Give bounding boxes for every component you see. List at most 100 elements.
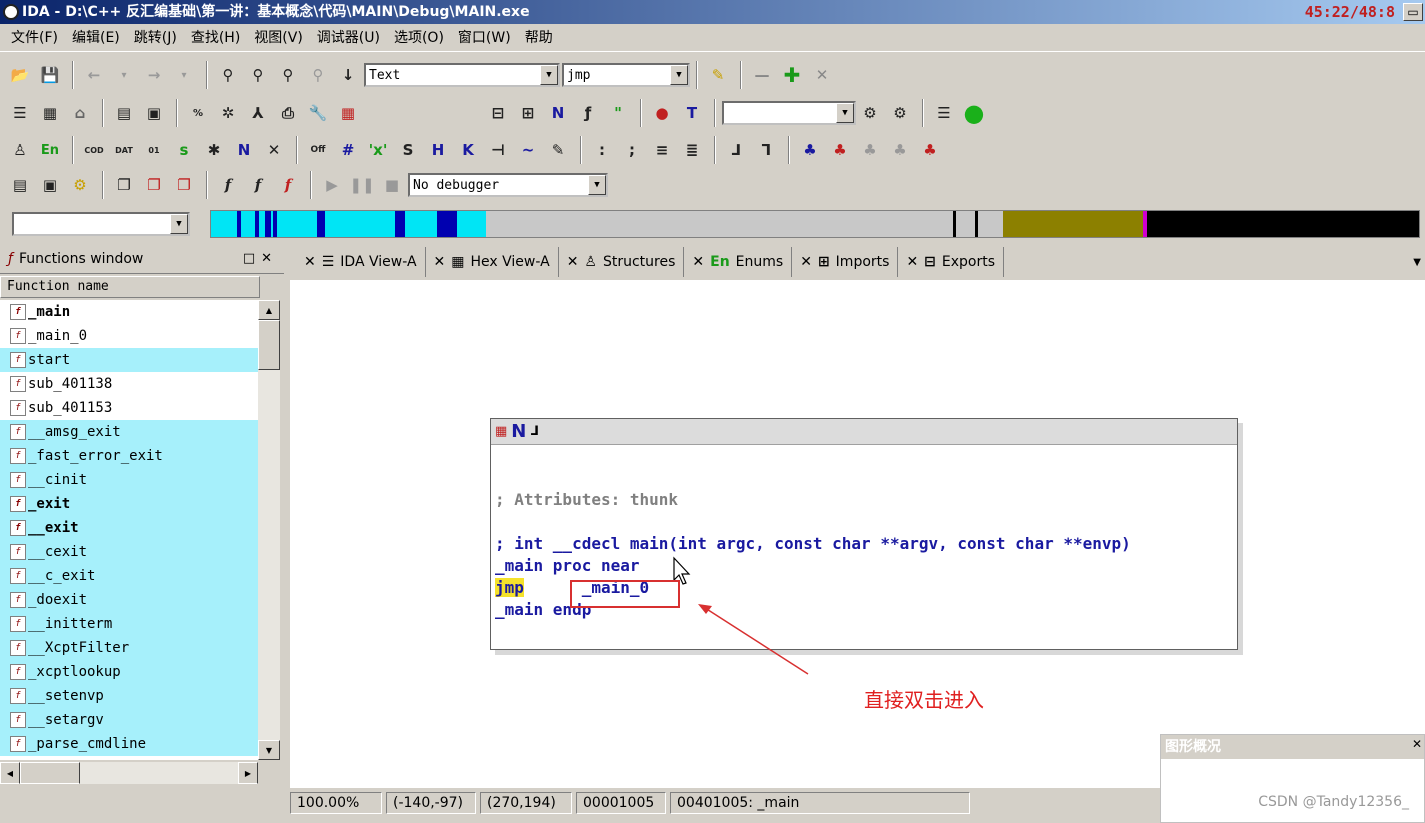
segment-select[interactable]: ▼ [722, 101, 856, 125]
close-icon[interactable]: ✕ [434, 254, 446, 270]
search-binoculars-icon[interactable]: ⚲ [214, 61, 242, 89]
hex-h-icon[interactable]: H [424, 136, 452, 164]
function-list[interactable]: f _main f _main_0 f start f sub_401138 f sub_4011… [0, 300, 258, 760]
save-icon[interactable]: 💾 [36, 61, 64, 89]
tree-icon[interactable]: ⅄ [244, 99, 272, 127]
function-list-item[interactable]: f _parse_cmdline [0, 732, 258, 756]
clipboard-icon[interactable]: ❐ [170, 171, 198, 199]
chevron-down-icon[interactable]: ▼ [670, 65, 688, 85]
k-icon[interactable]: K [454, 136, 482, 164]
name-n-icon[interactable]: N [230, 136, 258, 164]
search-binary-icon[interactable]: ⚲ [274, 61, 302, 89]
function-list-item[interactable]: f _exit [0, 492, 258, 516]
menu-view[interactable]: 视图(V) [247, 25, 310, 51]
close-icon[interactable]: ✕ [692, 254, 704, 270]
xrefs-to-icon[interactable]: ♣ [856, 136, 884, 164]
function-list-hscrollbar[interactable]: ◀ ▶ [0, 762, 258, 784]
edit-pencil-icon[interactable]: ✎ [544, 136, 572, 164]
color-grid-icon[interactable]: ▦ [495, 424, 507, 439]
graph-layout-icon[interactable]: ⅃ [722, 136, 750, 164]
debugger-select[interactable]: No debugger ▼ [408, 173, 608, 197]
function-list-item[interactable]: f _main [0, 300, 258, 324]
stop-icon[interactable]: ■ [378, 171, 406, 199]
funcs-icon[interactable]: ƒ [574, 99, 602, 127]
window-restore-button[interactable]: ▭ [1403, 3, 1423, 21]
menu-search[interactable]: 查找(H) [184, 25, 247, 51]
strings-icon[interactable]: " [604, 99, 632, 127]
wrench-icon[interactable]: 🔧 [304, 99, 332, 127]
chevron-down-icon[interactable]: ▼ [540, 65, 558, 85]
scroll-right-icon[interactable]: ▶ [238, 762, 258, 784]
function-list-item[interactable]: f _main_0 [0, 324, 258, 348]
search-disabled-icon[interactable]: ⚲ [304, 61, 332, 89]
menu-options[interactable]: 选项(O) [387, 25, 451, 51]
function-list-item[interactable]: f __cinit [0, 468, 258, 492]
flow-chart-icon[interactable]: ♣ [796, 136, 824, 164]
structure-icon[interactable]: ♙ [6, 136, 34, 164]
nav-band-select[interactable]: ▼ [12, 212, 190, 236]
close-x-icon[interactable]: ✕ [808, 61, 836, 89]
segment-s-icon[interactable]: S [394, 136, 422, 164]
notepad-icon[interactable]: ☰ [930, 99, 958, 127]
search-type-select[interactable]: Text ▼ [364, 63, 560, 87]
function-list-item[interactable]: f _fast_error_exit [0, 444, 258, 468]
code-icon[interactable]: COD [80, 136, 108, 164]
close-icon[interactable]: ✕ [1412, 737, 1422, 751]
close-icon[interactable]: ✕ [304, 254, 316, 270]
tilde-icon[interactable]: ~ [514, 136, 542, 164]
function-list-item[interactable]: f __initterm [0, 612, 258, 636]
chevron-down-icon[interactable]: ▼ [170, 214, 188, 234]
text-view-icon[interactable]: ☰ [6, 99, 34, 127]
window-controls[interactable]: □✕ [243, 251, 278, 266]
graph-layout-icon[interactable]: ⅃ [530, 424, 538, 439]
string-s-icon[interactable]: s [170, 136, 198, 164]
graph-node-main[interactable]: ▦ N ⅃ ; Attributes: thunk ; int __cdecl … [490, 418, 1238, 650]
minus-icon[interactable]: — [748, 61, 776, 89]
forward-dropdown-icon[interactable]: ▾ [170, 61, 198, 89]
call-graph-icon[interactable]: ♣ [826, 136, 854, 164]
exports-icon[interactable]: ⊟ [484, 99, 512, 127]
menu-help[interactable]: 帮助 [518, 25, 560, 51]
tab-hex-view-a[interactable]: ✕ ▦ Hex View-A [426, 247, 559, 277]
semicolon-icon[interactable]: ; [618, 136, 646, 164]
hash-icon[interactable]: # [334, 136, 362, 164]
function-list-item[interactable]: f __amsg_exit [0, 420, 258, 444]
plus-icon[interactable]: ✚ [778, 61, 806, 89]
tab-imports[interactable]: ✕ ⊞ Imports [792, 247, 899, 277]
menu-debugger[interactable]: 调试器(U) [310, 25, 387, 51]
forward-arrow-icon[interactable]: → [140, 61, 168, 89]
color-grid-icon[interactable]: ▦ [334, 99, 362, 127]
tab-ida-view-a[interactable]: ✕ ☰ IDA View-A [296, 247, 426, 277]
function-name-column-header[interactable]: Function name [0, 276, 260, 298]
data-icon[interactable]: DAT [110, 136, 138, 164]
function-list-item[interactable]: f sub_401138 [0, 372, 258, 396]
function-list-item[interactable]: f start [0, 348, 258, 372]
scroll-down-icon[interactable]: ▼ [258, 740, 280, 760]
function-list-item[interactable]: f __exit [0, 516, 258, 540]
tab-structures[interactable]: ✕ ♙ Structures [559, 247, 685, 277]
function-list-item[interactable]: f __setargv [0, 708, 258, 732]
function-list-item[interactable]: f _doexit [0, 588, 258, 612]
pause-icon[interactable]: ❚❚ [348, 171, 376, 199]
offset-icon[interactable]: Off [304, 136, 332, 164]
undefine-x-icon[interactable]: ✕ [260, 136, 288, 164]
menu-jump[interactable]: 跳转(J) [127, 25, 184, 51]
char-icon[interactable]: 'x' [364, 136, 392, 164]
paste-icon[interactable]: ❐ [140, 171, 168, 199]
function-list-item[interactable]: f __c_exit [0, 564, 258, 588]
processor-icon[interactable]: ⚙ [856, 99, 884, 127]
xrefs-from-icon[interactable]: ♣ [886, 136, 914, 164]
options-icon[interactable]: ⚙ [886, 99, 914, 127]
close-icon[interactable]: ✕ [800, 254, 812, 270]
array-icon[interactable]: ✱ [200, 136, 228, 164]
menu-file[interactable]: 文件(F) [4, 25, 65, 51]
tab-exports[interactable]: ✕ ⊟ Exports [898, 247, 1005, 277]
enums-icon[interactable]: En [36, 136, 64, 164]
menu-windows[interactable]: 窗口(W) [451, 25, 518, 51]
percent-icon[interactable]: % [184, 99, 212, 127]
type-t-icon[interactable]: T [678, 99, 706, 127]
names-n-icon[interactable]: N [544, 99, 572, 127]
scroll-thumb[interactable] [258, 320, 280, 370]
function-list-item[interactable]: f __setenvp [0, 684, 258, 708]
navigation-strip[interactable] [210, 210, 1420, 238]
